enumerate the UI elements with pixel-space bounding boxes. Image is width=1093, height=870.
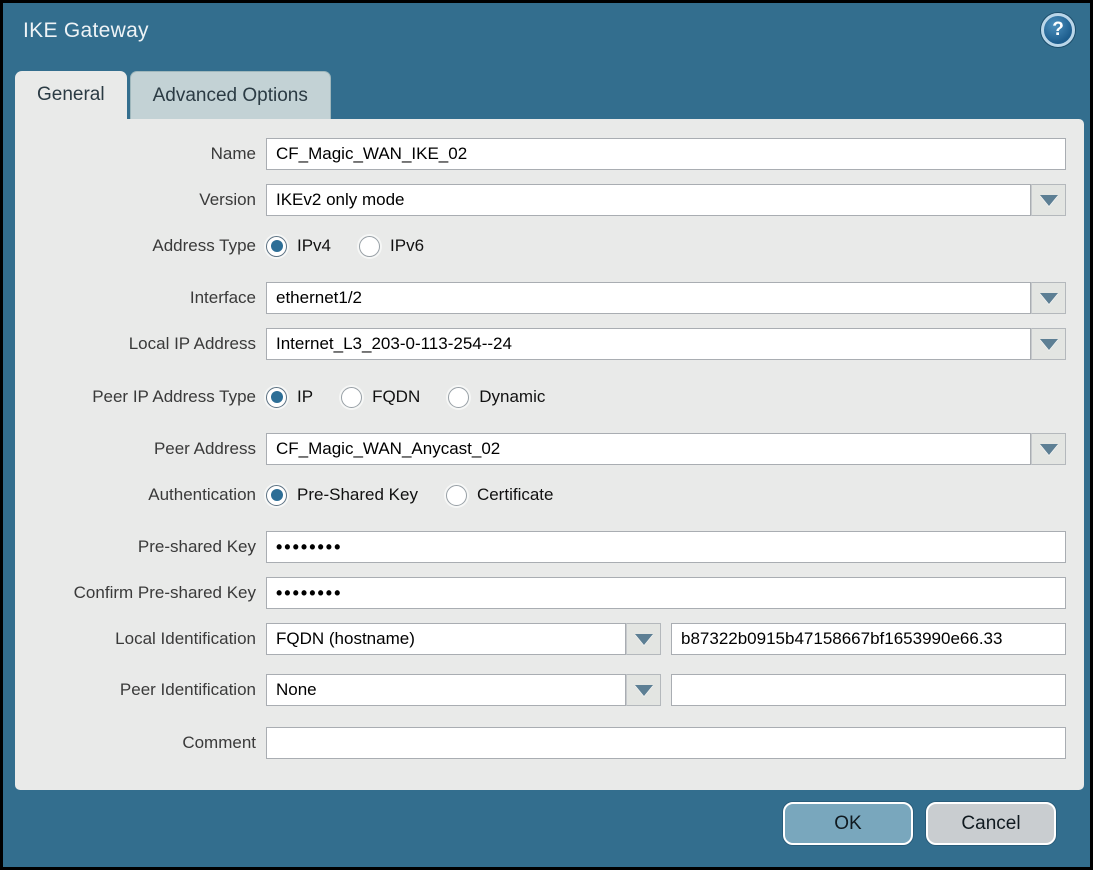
name-label: Name <box>15 144 266 164</box>
peer-identification-dropdown-button[interactable] <box>626 674 661 706</box>
chevron-down-icon <box>1040 293 1058 304</box>
authentication-label: Authentication <box>15 485 266 505</box>
radio-ipv6[interactable]: IPv6 <box>359 236 424 257</box>
row-name: Name CF_Magic_WAN_IKE_02 <box>15 138 1084 170</box>
interface-dropdown-button[interactable] <box>1031 282 1066 314</box>
radio-selected-icon <box>266 387 287 408</box>
version-label: Version <box>15 190 266 210</box>
name-input[interactable]: CF_Magic_WAN_IKE_02 <box>266 138 1066 170</box>
peer-identification-type-select[interactable]: None <box>266 674 626 706</box>
peer-ip-address-type-label: Peer IP Address Type <box>15 387 266 407</box>
row-pre-shared-key: Pre-shared Key •••••••• <box>15 531 1084 563</box>
row-authentication: Authentication Pre-Shared Key Certificat… <box>15 480 1084 510</box>
radio-certificate[interactable]: Certificate <box>446 485 554 506</box>
local-identification-value-input[interactable]: b87322b0915b47158667bf1653990e66.33 <box>671 623 1066 655</box>
interface-select[interactable]: ethernet1/2 <box>266 282 1031 314</box>
radio-unselected-icon <box>341 387 362 408</box>
address-type-radio-group: IPv4 IPv6 <box>266 236 424 257</box>
radio-fqdn[interactable]: FQDN <box>341 387 420 408</box>
dialog-title: IKE Gateway <box>23 19 149 43</box>
row-version: Version IKEv2 only mode <box>15 184 1084 216</box>
row-local-ip-address: Local IP Address Internet_L3_203-0-113-2… <box>15 328 1084 360</box>
row-peer-identification: Peer Identification None <box>15 674 1084 706</box>
interface-label: Interface <box>15 288 266 308</box>
confirm-pre-shared-key-label: Confirm Pre-shared Key <box>15 583 266 603</box>
radio-ipv4-label: IPv4 <box>297 236 331 256</box>
version-select[interactable]: IKEv2 only mode <box>266 184 1031 216</box>
peer-address-label: Peer Address <box>15 439 266 459</box>
ok-button[interactable]: OK <box>783 802 913 845</box>
peer-ip-type-radio-group: IP FQDN Dynamic <box>266 387 545 408</box>
address-type-label: Address Type <box>15 236 266 256</box>
pre-shared-key-input[interactable]: •••••••• <box>266 531 1066 563</box>
local-identification-type-select[interactable]: FQDN (hostname) <box>266 623 626 655</box>
chevron-down-icon <box>1040 444 1058 455</box>
radio-pre-shared-key[interactable]: Pre-Shared Key <box>266 485 418 506</box>
radio-certificate-label: Certificate <box>477 485 554 505</box>
radio-fqdn-label: FQDN <box>372 387 420 407</box>
dialog-footer: OK Cancel <box>783 802 1056 845</box>
cancel-button[interactable]: Cancel <box>926 802 1056 845</box>
authentication-radio-group: Pre-Shared Key Certificate <box>266 485 553 506</box>
peer-identification-label: Peer Identification <box>15 680 266 700</box>
local-ip-dropdown-button[interactable] <box>1031 328 1066 360</box>
radio-selected-icon <box>266 236 287 257</box>
confirm-pre-shared-key-input[interactable]: •••••••• <box>266 577 1066 609</box>
radio-pre-shared-key-label: Pre-Shared Key <box>297 485 418 505</box>
radio-dynamic-label: Dynamic <box>479 387 545 407</box>
tab-bar: General Advanced Options <box>15 71 331 119</box>
chevron-down-icon <box>1040 195 1058 206</box>
row-local-identification: Local Identification FQDN (hostname) b87… <box>15 623 1084 655</box>
chevron-down-icon <box>1040 339 1058 350</box>
help-icon[interactable]: ? <box>1041 13 1075 47</box>
chevron-down-icon <box>635 685 653 696</box>
radio-unselected-icon <box>359 236 380 257</box>
row-confirm-pre-shared-key: Confirm Pre-shared Key •••••••• <box>15 577 1084 609</box>
peer-identification-type-select-group: None <box>266 674 661 706</box>
general-tab-panel: Name CF_Magic_WAN_IKE_02 Version IKEv2 o… <box>15 119 1084 790</box>
radio-ip-label: IP <box>297 387 313 407</box>
row-interface: Interface ethernet1/2 <box>15 282 1084 314</box>
local-identification-type-select-group: FQDN (hostname) <box>266 623 661 655</box>
tab-advanced-options[interactable]: Advanced Options <box>130 71 331 119</box>
radio-selected-icon <box>266 485 287 506</box>
row-peer-ip-address-type: Peer IP Address Type IP FQDN Dynamic <box>15 382 1084 412</box>
pre-shared-key-label: Pre-shared Key <box>15 537 266 557</box>
ike-gateway-dialog: IKE Gateway ? General Advanced Options N… <box>0 0 1093 870</box>
chevron-down-icon <box>635 634 653 645</box>
peer-address-select[interactable]: CF_Magic_WAN_Anycast_02 <box>266 433 1031 465</box>
radio-ipv6-label: IPv6 <box>390 236 424 256</box>
local-identification-dropdown-button[interactable] <box>626 623 661 655</box>
row-comment: Comment <box>15 727 1084 759</box>
comment-input[interactable] <box>266 727 1066 759</box>
row-peer-address: Peer Address CF_Magic_WAN_Anycast_02 <box>15 433 1084 465</box>
version-dropdown-button[interactable] <box>1031 184 1066 216</box>
peer-address-dropdown-button[interactable] <box>1031 433 1066 465</box>
local-ip-address-label: Local IP Address <box>15 334 266 354</box>
radio-ip[interactable]: IP <box>266 387 313 408</box>
tab-general[interactable]: General <box>15 71 127 119</box>
radio-unselected-icon <box>448 387 469 408</box>
comment-label: Comment <box>15 733 266 753</box>
radio-ipv4[interactable]: IPv4 <box>266 236 331 257</box>
row-address-type: Address Type IPv4 IPv6 <box>15 231 1084 261</box>
radio-unselected-icon <box>446 485 467 506</box>
local-identification-label: Local Identification <box>15 629 266 649</box>
local-ip-address-select[interactable]: Internet_L3_203-0-113-254--24 <box>266 328 1031 360</box>
peer-identification-value-input[interactable] <box>671 674 1066 706</box>
radio-dynamic[interactable]: Dynamic <box>448 387 545 408</box>
